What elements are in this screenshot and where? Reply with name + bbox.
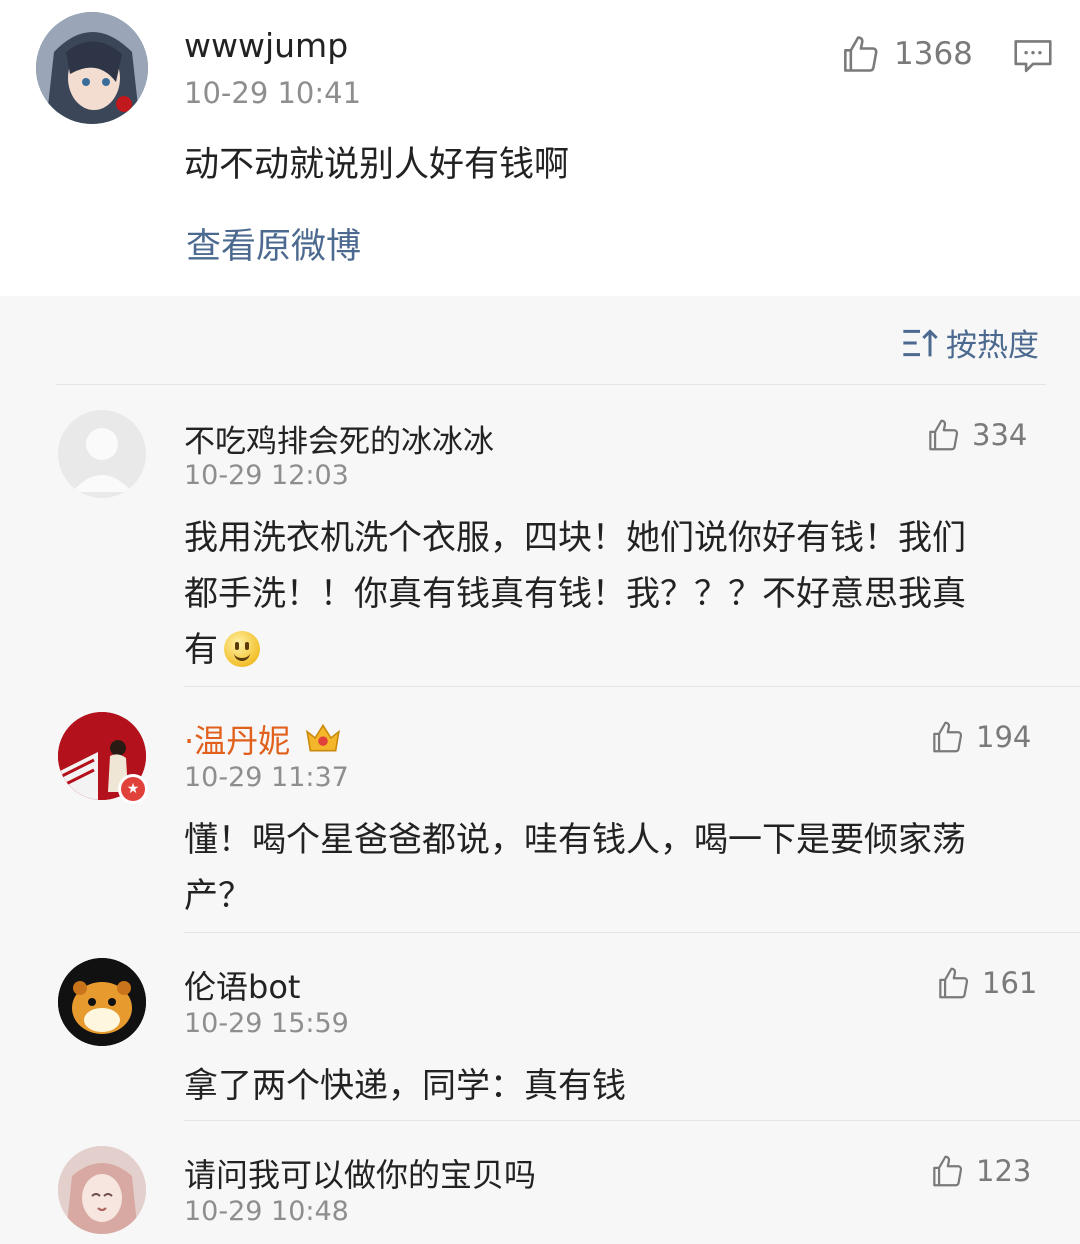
sort-icon xyxy=(903,328,938,356)
comment-time: 10-29 10:48 xyxy=(184,1196,349,1227)
crown-icon xyxy=(306,723,341,752)
verified-badge: ★ xyxy=(118,774,148,804)
divider xyxy=(184,1120,1080,1121)
comment-icon xyxy=(1014,40,1052,73)
comment-time: 10-29 11:37 xyxy=(184,762,349,793)
comment-like-count: 334 xyxy=(972,418,1028,452)
post-like-button[interactable]: 1368 xyxy=(838,32,973,76)
default-user-icon xyxy=(72,428,132,492)
view-original-link[interactable]: 查看原微博 xyxy=(186,218,361,269)
comment-username[interactable]: 伦语bot xyxy=(184,962,300,1008)
hamster-avatar-image xyxy=(58,958,146,1046)
comment-button[interactable] xyxy=(1012,38,1054,80)
comment-text-line: 懂！喝个星爸爸都说，哇有钱人，喝一下是要倾家荡 xyxy=(184,820,966,860)
main-post: wwwjump 10-29 10:41 1368 动不动就说别人好有钱啊 查看原… xyxy=(0,0,1080,296)
avatar[interactable] xyxy=(58,1146,146,1234)
divider xyxy=(184,932,1080,933)
comment-username: ·温丹妮 xyxy=(184,722,291,760)
comment-text-line: 都手洗！！你真有钱真有钱！我？？？不好意思我真 xyxy=(184,574,966,614)
sort-label: 按热度 xyxy=(946,328,1039,364)
comment-text-line: 我用洗衣机洗个衣服，四块！她们说你好有钱！我们 xyxy=(184,518,966,558)
comment-like-count: 161 xyxy=(982,966,1038,1000)
avatar[interactable] xyxy=(36,12,148,124)
comment-text-line: 产？ xyxy=(184,876,252,916)
comment-text-last-line: 有 xyxy=(184,622,260,671)
comment-text-line: 有 xyxy=(184,630,218,670)
sort-by-hot-button[interactable]: 按热度 xyxy=(900,320,1039,365)
anime-girl-avatar-image xyxy=(58,1146,146,1234)
post-time: 10-29 10:41 xyxy=(184,76,362,110)
thumbs-up-icon xyxy=(933,721,963,753)
anime-avatar-image xyxy=(36,12,148,124)
comment-like-button[interactable]: 334 xyxy=(924,416,1027,454)
comment-text-line: 拿了两个快递，同学：真有钱 xyxy=(184,1066,626,1106)
avatar[interactable] xyxy=(58,958,146,1046)
avatar[interactable] xyxy=(58,410,146,498)
comment-like-button[interactable]: 123 xyxy=(928,1152,1031,1190)
comment-username[interactable]: 请问我可以做你的宝贝吗 xyxy=(184,1150,536,1196)
comment-like-button[interactable]: 161 xyxy=(934,964,1037,1002)
comment-username-vip[interactable]: ·温丹妮 xyxy=(184,716,342,762)
post-like-count: 1368 xyxy=(894,36,973,72)
comment-like-count: 194 xyxy=(976,720,1032,754)
thumbs-up-icon xyxy=(939,967,969,999)
post-username[interactable]: wwwjump xyxy=(184,26,348,65)
post-content: 动不动就说别人好有钱啊 xyxy=(184,145,570,185)
comment-time: 10-29 15:59 xyxy=(184,1008,349,1039)
thumbs-up-icon xyxy=(844,36,878,72)
thumbs-up-icon xyxy=(929,419,959,451)
comment-like-count: 123 xyxy=(976,1154,1032,1188)
comment-time: 10-29 12:03 xyxy=(184,460,349,491)
smile-emoji-icon xyxy=(224,631,260,667)
divider xyxy=(56,384,1046,385)
divider xyxy=(184,686,1080,687)
comment-username[interactable]: 不吃鸡排会死的冰冰冰 xyxy=(184,416,494,461)
thumbs-up-icon xyxy=(933,1155,963,1187)
comment-like-button[interactable]: 194 xyxy=(928,718,1031,756)
